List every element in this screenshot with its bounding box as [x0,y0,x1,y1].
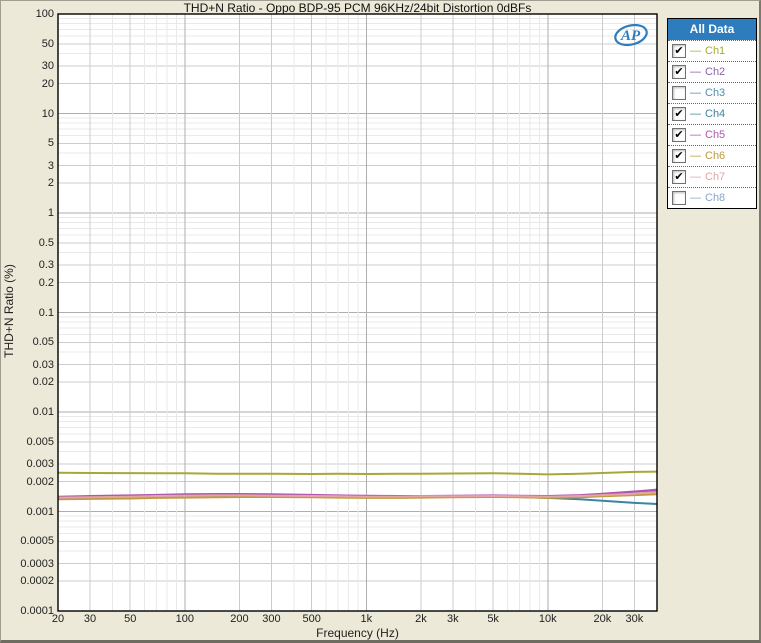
channel-line-swatch: — [690,45,701,57]
legend-item[interactable]: — Ch8 [668,187,756,208]
y-tick-label: 0.5 [39,237,54,249]
x-tick-label: 300 [251,613,291,625]
channel-label: Ch3 [705,87,725,99]
channel-label: Ch8 [705,192,725,204]
y-tick-label: 5 [48,137,54,149]
y-tick-label: 0.2 [39,277,54,289]
channel-line-swatch: — [690,66,701,78]
channel-checkbox[interactable] [672,191,686,205]
channel-label: Ch2 [705,66,725,78]
y-tick-label: 0.002 [26,476,54,488]
y-tick-label: 0.0002 [20,575,54,587]
y-tick-label: 1 [48,207,54,219]
x-tick-label: 30 [70,613,110,625]
channel-checkbox[interactable]: ✔ [672,44,686,58]
channel-checkbox[interactable] [672,86,686,100]
legend-panel: All Data ✔ — Ch1 ✔ — Ch2 — Ch3 ✔ — Ch4 ✔… [667,18,757,209]
channel-label: Ch7 [705,171,725,183]
x-tick-label: 10k [528,613,568,625]
channel-label: Ch5 [705,129,725,141]
channel-checkbox[interactable]: ✔ [672,170,686,184]
x-tick-label: 30k [614,613,654,625]
x-tick-label: 5k [473,613,513,625]
x-tick-label: 3k [433,613,473,625]
y-tick-label: 0.001 [26,506,54,518]
plot-area[interactable] [1,1,761,643]
channel-line-swatch: — [690,87,701,99]
y-tick-label: 100 [36,8,54,20]
y-tick-label: 0.05 [33,336,54,348]
legend-header[interactable]: All Data [668,19,756,40]
x-tick-label: 100 [165,613,205,625]
legend-item[interactable]: ✔ — Ch5 [668,124,756,145]
y-tick-label: 0.01 [33,406,54,418]
y-tick-label: 0.03 [33,359,54,371]
y-tick-label: 0.005 [26,436,54,448]
x-axis-label: Frequency (Hz) [58,626,657,640]
audio-precision-logo: AP [611,20,651,55]
channel-line-swatch: — [690,129,701,141]
y-tick-label: 30 [42,60,54,72]
channel-line-swatch: — [690,171,701,183]
channel-checkbox[interactable]: ✔ [672,149,686,163]
y-tick-label: 0.003 [26,458,54,470]
y-tick-label: 2 [48,177,54,189]
y-tick-label: 0.02 [33,376,54,388]
y-tick-label: 0.0005 [20,535,54,547]
channel-label: Ch1 [705,45,725,57]
y-tick-label: 3 [48,160,54,172]
channel-label: Ch6 [705,150,725,162]
ap-graph-window: THD+N Ratio - Oppo BDP-95 PCM 96KHz/24bi… [0,0,761,643]
channel-checkbox[interactable]: ✔ [672,65,686,79]
channel-checkbox[interactable]: ✔ [672,107,686,121]
legend-item[interactable]: — Ch3 [668,82,756,103]
channel-line-swatch: — [690,150,701,162]
channel-line-swatch: — [690,108,701,120]
ap-logo-text: AP [620,28,641,44]
y-tick-label: 20 [42,78,54,90]
legend-item[interactable]: ✔ — Ch2 [668,61,756,82]
channel-label: Ch4 [705,108,725,120]
legend-item[interactable]: ✔ — Ch6 [668,145,756,166]
y-tick-label: 0.0003 [20,558,54,570]
channel-checkbox[interactable]: ✔ [672,128,686,142]
x-tick-label: 50 [110,613,150,625]
y-tick-label: 50 [42,38,54,50]
legend-item[interactable]: ✔ — Ch1 [668,40,756,61]
y-tick-label: 0.3 [39,259,54,271]
legend-items: ✔ — Ch1 ✔ — Ch2 — Ch3 ✔ — Ch4 ✔ — Ch5 ✔ … [668,40,756,208]
y-axis-label: THD+N Ratio (%) [2,246,16,376]
legend-item[interactable]: ✔ — Ch4 [668,103,756,124]
x-tick-label: 500 [292,613,332,625]
x-tick-label: 1k [346,613,386,625]
channel-line-swatch: — [690,192,701,204]
y-tick-label: 0.1 [39,307,54,319]
legend-item[interactable]: ✔ — Ch7 [668,166,756,187]
y-tick-label: 10 [42,108,54,120]
